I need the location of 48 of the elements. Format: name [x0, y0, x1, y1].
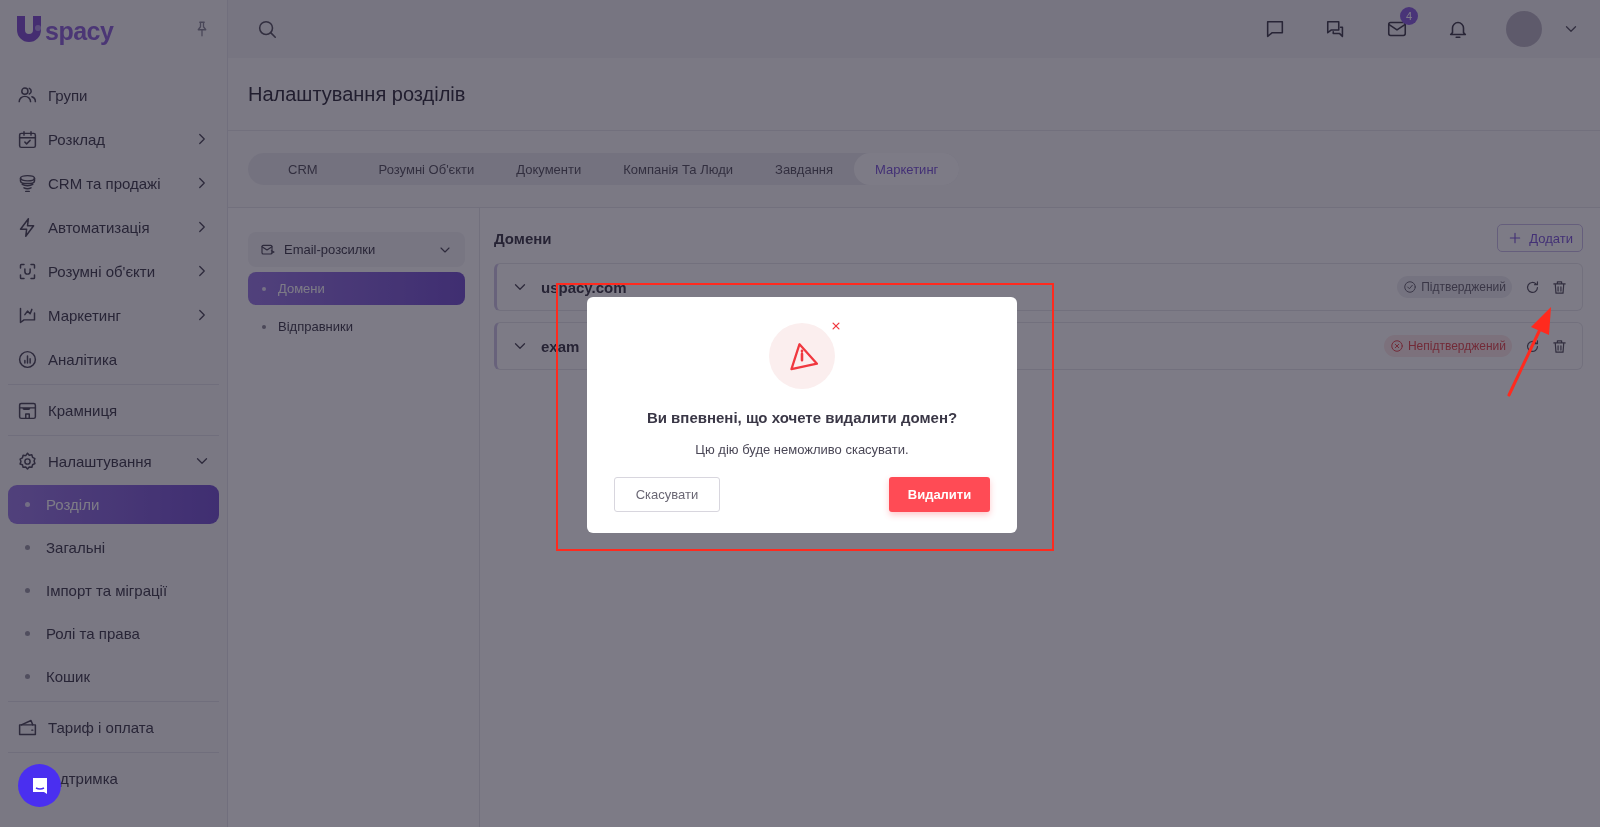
sidebar-item[interactable]: Групи	[8, 73, 219, 117]
sidebar-item[interactable]: Маркетинг	[8, 293, 219, 337]
submenu-item[interactable]: Відправники	[248, 310, 465, 343]
logo-mark-icon	[14, 14, 44, 44]
sidebar-subitem[interactable]: Розділи	[8, 485, 219, 524]
dialog-message: Цю дію буде неможливо скасувати.	[695, 442, 909, 457]
sidebar-item[interactable]: Крамниця	[8, 388, 219, 432]
refresh-icon[interactable]	[1524, 278, 1541, 296]
sidebar-item[interactable]: Налаштування	[8, 439, 219, 483]
section-tab[interactable]: CRM	[248, 153, 358, 185]
sidebar-subitem[interactable]: Загальні	[8, 528, 219, 567]
count-badge: 4	[1400, 7, 1418, 25]
dialog-title: Ви впевнені, що хочете видалити домен?	[646, 409, 958, 426]
section-tab[interactable]: Розумні Об'єкти	[357, 153, 496, 185]
sidebar-subitem[interactable]: Кошик	[8, 657, 219, 696]
cancel-button[interactable]: Скасувати	[614, 477, 720, 512]
sidebar-subitem[interactable]: Імпорт та міграції	[8, 571, 219, 610]
check-circle-icon	[1403, 280, 1418, 294]
sidebar-item[interactable]: Аналітика	[8, 337, 219, 381]
section-tab[interactable]: Маркетинг	[854, 153, 960, 185]
section-heading: Домени	[494, 229, 552, 247]
sidebar-item[interactable]: дтримка	[8, 756, 219, 800]
sidebar-item[interactable]: Тариф і оплата	[8, 705, 219, 749]
logo-text: spacy	[45, 19, 114, 44]
sidebar-item[interactable]: Розумні об'єкти	[8, 249, 219, 293]
status-badge: Непідтверджений	[1383, 335, 1512, 357]
section-tab[interactable]: Завдання	[754, 153, 855, 185]
submenu-group[interactable]: Email-розсилки	[248, 232, 465, 267]
calendar-icon	[17, 128, 38, 150]
search-icon	[256, 18, 278, 40]
submenu-item[interactable]: Домени	[248, 272, 465, 305]
status-badge: Підтверджений	[1397, 276, 1512, 298]
section-tab[interactable]: Документи	[495, 153, 603, 185]
sidebar-item[interactable]: Розклад	[8, 117, 219, 161]
section-tab[interactable]: Компанія Та Люди	[602, 153, 755, 185]
sidebar-subitem[interactable]: Ролі та права	[8, 614, 219, 653]
trash-icon[interactable]	[1551, 337, 1568, 355]
x-circle-icon	[1389, 339, 1404, 353]
sidebar-item[interactable]: Автоматизація	[8, 205, 219, 249]
trash-icon[interactable]	[1551, 278, 1568, 296]
sidebar-item[interactable]: CRM та продажі	[8, 161, 219, 205]
chart-icon	[17, 348, 38, 370]
delete-button[interactable]: Видалити	[889, 477, 990, 512]
page-title: Налаштування розділів	[248, 82, 466, 106]
refresh-icon[interactable]	[1524, 337, 1541, 355]
add-button[interactable]: Додати	[1497, 224, 1583, 252]
gear-icon	[17, 450, 38, 472]
stack-icon	[17, 172, 38, 194]
